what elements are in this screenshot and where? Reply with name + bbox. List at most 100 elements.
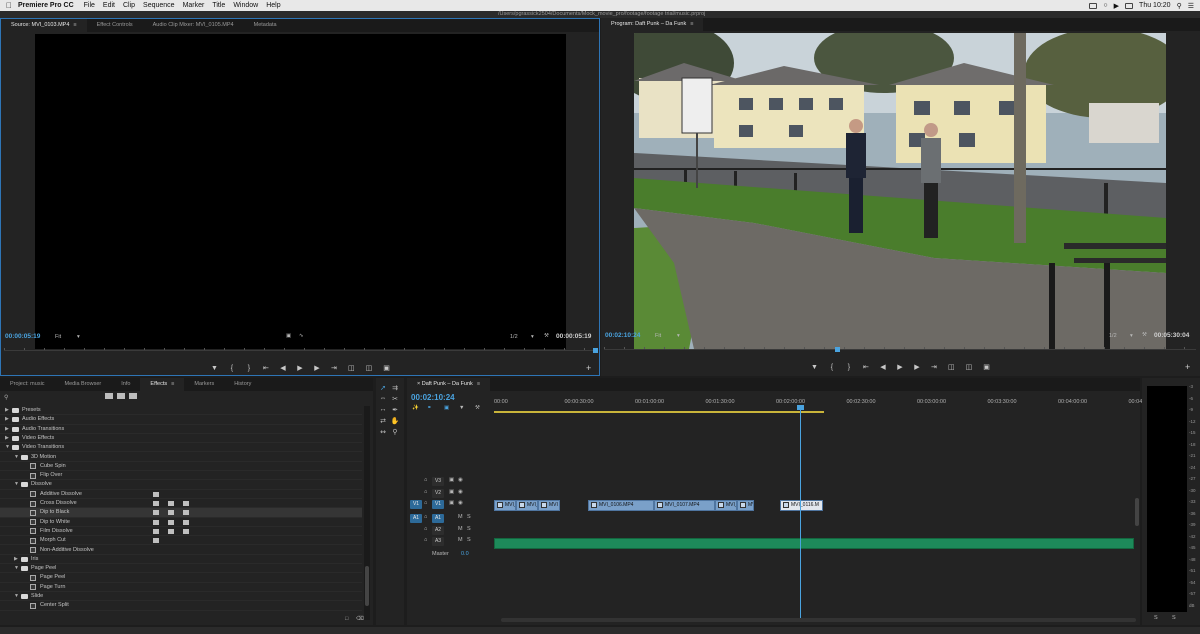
play-icon[interactable]: ▶ [297, 364, 303, 372]
video-clip[interactable]: MVI_0107.MP4 [654, 500, 715, 511]
timeline-horizontal-scrollbar[interactable] [501, 618, 1136, 622]
rate-stretch-tool-icon[interactable]: ↭ [378, 428, 388, 436]
video-clip[interactable]: MVI_0116.M [780, 500, 823, 511]
effect-item[interactable]: Dip to White [0, 518, 362, 527]
effects-folder[interactable]: ▶ Presets [0, 406, 362, 416]
step-forward-icon[interactable]: ▶ [914, 363, 920, 371]
audio-clip[interactable] [494, 538, 1134, 549]
effect-item[interactable]: Page Turn [0, 583, 362, 592]
play-icon[interactable]: ▶ [897, 363, 903, 371]
selection-tool-icon[interactable]: ➚ [378, 384, 388, 392]
ripple-edit-tool-icon[interactable]: ⇔ [378, 395, 388, 402]
menu-edit[interactable]: Edit [103, 2, 115, 9]
source-playhead[interactable] [593, 348, 598, 353]
chevron-down-icon[interactable]: ▾ [531, 334, 534, 340]
effects-folder[interactable]: ▼ Dissolve [0, 480, 362, 490]
lock-icon[interactable]: ⌂ [424, 514, 427, 520]
menu-clip[interactable]: Clip [123, 2, 135, 9]
search-icon[interactable]: ⚲ [4, 394, 8, 401]
sync-lock-icon[interactable]: ▣ [449, 477, 454, 483]
tab-metadata[interactable]: Metadata [244, 19, 287, 32]
lift-icon[interactable]: ◫ [948, 363, 955, 371]
track-target-a2[interactable]: A2 [432, 526, 444, 535]
tab-source[interactable]: Source: MVI_0103.MP4 ≡ [1, 19, 87, 32]
lock-icon[interactable]: ⌂ [424, 489, 427, 495]
source-patch-v1[interactable]: V1 [410, 500, 422, 509]
track-target-v1[interactable]: V1 [432, 500, 444, 509]
effects-folder[interactable]: ▶ Video Effects [0, 434, 362, 444]
trash-icon[interactable]: ⌫ [356, 616, 364, 622]
disclosure-open-icon[interactable]: ▼ [14, 564, 19, 573]
track-target-a3[interactable]: A3 [432, 537, 444, 546]
solo-button[interactable]: S [467, 537, 471, 543]
source-zoom-select[interactable]: Fit [55, 334, 61, 340]
program-time-ruler[interactable] [604, 343, 1196, 350]
go-to-out-icon[interactable]: ⇥ [331, 364, 337, 372]
solo-left-button[interactable]: S [1154, 615, 1158, 621]
lock-icon[interactable]: ⌂ [424, 477, 427, 483]
effect-item[interactable]: Additive Dissolve [0, 490, 362, 499]
accelerated-effects-icon[interactable] [105, 393, 113, 399]
disclosure-open-icon[interactable]: ▼ [14, 480, 19, 489]
zoom-tool-icon[interactable]: ⚲ [390, 428, 400, 436]
solo-right-button[interactable]: S [1172, 615, 1176, 621]
source-resolution-select[interactable]: 1/2 [510, 334, 518, 340]
mark-out-icon[interactable]: } [246, 365, 252, 372]
snap-icon[interactable]: ✨ [412, 405, 419, 411]
close-icon[interactable]: × [417, 381, 420, 387]
track-target-v2[interactable]: V2 [432, 489, 444, 498]
effects-folder[interactable]: ▼ Page Peel [0, 564, 362, 574]
yuv-effects-icon[interactable] [129, 393, 137, 399]
wrench-icon[interactable]: ⚒ [475, 405, 480, 411]
effects-folder[interactable]: ▼ Video Transitions [0, 443, 362, 453]
lock-icon[interactable]: ⌂ [424, 537, 427, 543]
eye-icon[interactable]: ◉ [458, 500, 463, 506]
timeline-playhead-timecode[interactable]: 00:02:10:24 [411, 393, 455, 402]
add-marker-icon[interactable]: ▼ [459, 405, 464, 411]
disclosure-closed-icon[interactable]: ▶ [5, 425, 9, 434]
effects-folder[interactable]: ▶ Audio Effects [0, 415, 362, 425]
disclosure-open-icon[interactable]: ▼ [14, 592, 19, 601]
add-marker-icon[interactable]: ▼ [811, 364, 818, 371]
effect-item[interactable]: Cube Spin [0, 462, 362, 472]
slip-tool-icon[interactable]: ↔ [378, 406, 388, 413]
mark-in-icon[interactable]: { [829, 364, 835, 371]
source-patch-a1[interactable]: A1 [410, 514, 422, 523]
effect-item[interactable]: Film Dissolve [0, 527, 362, 537]
apple-menu-icon[interactable]:  [0, 1, 18, 10]
tab-markers[interactable]: Markers [184, 378, 224, 391]
step-forward-icon[interactable]: ▶ [314, 364, 320, 372]
solo-button[interactable]: S [467, 526, 471, 532]
tab-sequence[interactable]: × Daft Punk – Da Funk ≡ [407, 378, 491, 391]
master-volume-value[interactable]: 0.0 [461, 551, 469, 557]
notifications-icon[interactable]: ☰ [1188, 2, 1194, 10]
video-clip[interactable]: MVI_0 [715, 500, 737, 511]
eye-icon[interactable]: ◉ [458, 477, 463, 483]
source-time-ruler[interactable] [4, 344, 598, 351]
effects-folder[interactable]: ▶ Audio Transitions [0, 425, 362, 434]
cloud-icon[interactable] [1089, 2, 1098, 9]
chevron-down-icon[interactable]: ▾ [77, 334, 80, 340]
add-marker-icon[interactable]: ▼ [211, 365, 218, 372]
step-back-icon[interactable]: ◀ [280, 364, 286, 372]
lock-icon[interactable]: ⌂ [424, 526, 427, 532]
hand-tool-icon[interactable]: ✋ [390, 417, 400, 425]
effects-folder[interactable]: ▼ 3D Motion [0, 453, 362, 462]
eye-icon[interactable]: ◉ [458, 489, 463, 495]
tab-effects[interactable]: Effects ≡ [140, 378, 185, 391]
effect-item[interactable]: Center Split [0, 601, 362, 611]
nest-icon[interactable]: ▣ [444, 405, 449, 411]
video-clip[interactable]: MVI_ [494, 500, 516, 511]
export-frame-icon[interactable]: ▣ [286, 333, 291, 339]
program-video-frame[interactable] [634, 33, 1166, 349]
chevron-down-icon[interactable]: ▾ [677, 333, 680, 339]
effects-scrollbar[interactable] [364, 406, 370, 620]
menu-title[interactable]: Title [212, 2, 225, 9]
chevron-down-icon[interactable]: ▾ [1130, 333, 1133, 339]
effect-item[interactable]: Non-Additive Dissolve [0, 546, 362, 555]
program-zoom-select[interactable]: Fit [655, 333, 661, 339]
program-resolution-select[interactable]: 1/2 [1109, 333, 1117, 339]
button-editor-plus-icon[interactable]: + [1185, 362, 1190, 372]
32bit-effects-icon[interactable] [117, 393, 125, 399]
lock-icon[interactable]: ⌂ [424, 500, 427, 506]
